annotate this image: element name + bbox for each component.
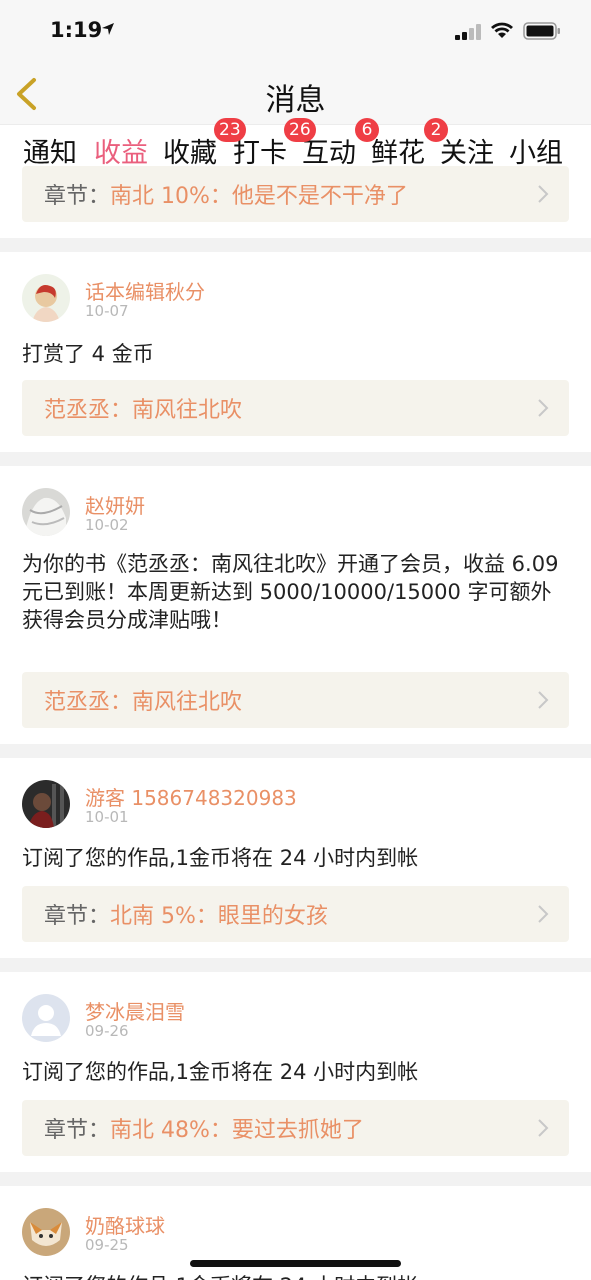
username[interactable]: 奶酪球球 xyxy=(85,1210,165,1239)
location-arrow-icon xyxy=(102,23,114,35)
divider xyxy=(0,238,591,252)
ref-title: 南北 48%：要过去抓她了 xyxy=(110,1118,364,1143)
divider xyxy=(0,1172,591,1186)
divider xyxy=(0,744,591,758)
message-date: 10-02 xyxy=(85,516,129,534)
book-ref-link[interactable]: 范丞丞：南风往北吹 xyxy=(22,380,569,436)
ref-prefix: 章节： xyxy=(44,1118,111,1143)
default-avatar-icon[interactable] xyxy=(22,994,70,1042)
status-time: 1:19 xyxy=(50,18,103,42)
book-ref-link[interactable]: 范丞丞：南风往北吹 xyxy=(22,672,569,728)
ref-prefix: 章节： xyxy=(44,184,111,209)
list-item: 章节：南北 10%：他是不是不干净了 xyxy=(0,166,591,238)
home-indicator[interactable] xyxy=(190,1260,401,1267)
flowers-count-badge: 2 xyxy=(424,118,448,142)
list-item: 游客 1586748320983 10-01 订阅了您的作品,1金币将在 24 … xyxy=(0,758,591,958)
favorites-count-badge: 23 xyxy=(214,118,246,142)
tab-notifications[interactable]: 通知 xyxy=(23,131,77,170)
ref-title: 北南 5%：眼里的女孩 xyxy=(110,904,328,929)
username[interactable]: 梦冰晨泪雪 xyxy=(85,996,185,1025)
nav-bar: 消息 xyxy=(0,62,591,124)
cellular-signal-icon xyxy=(455,24,481,40)
list-item: 话本编辑秋分 10-07 打赏了 4 金币 范丞丞：南风往北吹 xyxy=(0,252,591,452)
status-bar: 1:19 xyxy=(0,0,591,62)
message-text: 订阅了您的作品,1金币将在 24 小时内到帐 xyxy=(22,1272,569,1280)
avatar[interactable] xyxy=(22,1208,70,1256)
list-item: 赵妍妍 10-02 为你的书《范丞丞：南风往北吹》开通了会员，收益 6.09 元… xyxy=(0,466,591,744)
message-feed: 章节：南北 10%：他是不是不干净了 话本编辑秋分 10-07 打赏了 4 金币… xyxy=(0,166,591,1280)
message-date: 09-26 xyxy=(85,1022,129,1040)
message-text: 打赏了 4 金币 xyxy=(22,342,154,366)
avatar[interactable] xyxy=(22,488,70,536)
avatar[interactable] xyxy=(22,274,70,322)
message-text: 订阅了您的作品,1金币将在 24 小时内到帐 xyxy=(22,1060,419,1084)
message-date: 10-07 xyxy=(85,302,129,320)
chapter-ref-link[interactable]: 章节：南北 10%：他是不是不干净了 xyxy=(22,166,569,222)
chevron-right-icon xyxy=(538,1119,549,1137)
chapter-ref-link[interactable]: 章节：北南 5%：眼里的女孩 xyxy=(22,886,569,942)
page-title: 消息 xyxy=(265,83,326,118)
username[interactable]: 游客 1586748320983 xyxy=(85,782,297,811)
tab-following[interactable]: 关注 xyxy=(440,131,494,170)
interactions-count-badge: 6 xyxy=(355,118,379,142)
message-date: 10-01 xyxy=(85,808,129,826)
chevron-right-icon xyxy=(538,185,549,203)
ref-title: 范丞丞：南风往北吹 xyxy=(44,398,243,423)
ref-title: 南北 10%：他是不是不干净了 xyxy=(110,184,408,209)
chevron-right-icon xyxy=(538,905,549,923)
list-item: 梦冰晨泪雪 09-26 订阅了您的作品,1金币将在 24 小时内到帐 章节：南北… xyxy=(0,972,591,1172)
battery-icon xyxy=(523,22,560,40)
checkin-count-badge: 26 xyxy=(284,118,316,142)
chevron-right-icon xyxy=(538,399,549,417)
username[interactable]: 赵妍妍 xyxy=(85,490,145,519)
tab-flowers[interactable]: 鲜花 xyxy=(371,131,425,170)
tab-groups[interactable]: 小组 xyxy=(509,131,563,170)
message-text: 为你的书《范丞丞：南风往北吹》开通了会员，收益 6.09 元已到账！本周更新达到… xyxy=(22,552,559,632)
divider xyxy=(0,452,591,466)
tab-favorites[interactable]: 收藏 xyxy=(163,131,217,170)
chevron-right-icon xyxy=(538,691,549,709)
divider xyxy=(0,958,591,972)
avatar[interactable] xyxy=(22,780,70,828)
chapter-ref-link[interactable]: 章节：南北 48%：要过去抓她了 xyxy=(22,1100,569,1156)
message-date: 09-25 xyxy=(85,1236,129,1254)
message-text: 订阅了您的作品,1金币将在 24 小时内到帐 xyxy=(22,846,419,870)
wifi-icon xyxy=(491,22,513,38)
ref-prefix: 章节： xyxy=(44,904,111,929)
ref-title: 范丞丞：南风往北吹 xyxy=(44,690,243,715)
app-screen: 1:19 消息 通知 收益 收藏 打卡 互动 鲜花 关注 小组 23 26 6 … xyxy=(0,0,591,1280)
tab-earnings[interactable]: 收益 xyxy=(94,131,148,170)
username[interactable]: 话本编辑秋分 xyxy=(85,276,205,305)
